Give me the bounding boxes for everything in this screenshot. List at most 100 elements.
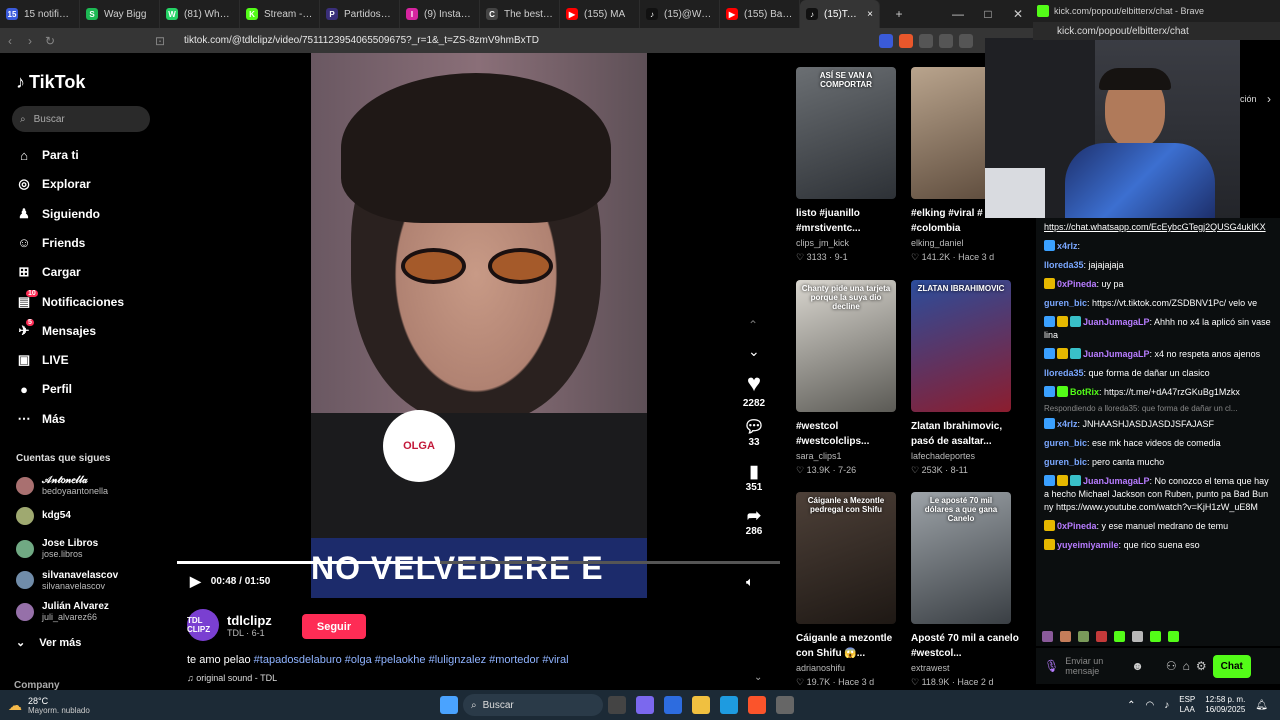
maximize-icon[interactable]: □ — [973, 7, 1003, 21]
clock[interactable]: 12:58 p. m. 16/09/2025 — [1205, 695, 1245, 715]
folder-icon[interactable] — [692, 696, 710, 714]
brave-shield-icon[interactable] — [899, 33, 913, 48]
sidebar-item-mensajes[interactable]: ✈ 5 Mensajes — [16, 318, 96, 339]
start-icon[interactable] — [440, 696, 458, 714]
rec-video-title[interactable]: Cáiganle a mezontle con Shifu 😱... — [796, 631, 904, 661]
chat-username[interactable]: x4rlz — [1057, 241, 1078, 251]
following-account[interactable]: Julián Alvarez juli_alvarez66 — [16, 601, 109, 622]
forward-icon[interactable]: › — [20, 34, 40, 48]
emote-icon[interactable] — [1132, 630, 1143, 642]
following-account[interactable]: Jose Libros jose.libros — [16, 538, 98, 559]
comment-button[interactable]: 💬︎ 33 — [738, 417, 770, 448]
browser-tab[interactable]: ♪ (15)@WestC — [640, 0, 720, 28]
browser-tab[interactable]: ♪ (15)Te A × — [800, 0, 880, 28]
emote-icon[interactable] — [1168, 630, 1179, 642]
chat-username[interactable]: guren_bic — [1044, 457, 1087, 467]
following-account[interactable]: silvanavelascov silvanavelascov — [16, 570, 118, 591]
rec-video-thumbnail[interactable]: Le aposté 70 mil dólares a que gana Cane… — [911, 492, 1011, 624]
store-icon[interactable] — [664, 696, 682, 714]
chat-username[interactable]: lloreda35 — [1044, 368, 1084, 378]
chat-username[interactable]: guren_bic — [1044, 438, 1087, 448]
sidebar-item-friends[interactable]: ☺ Friends — [16, 235, 85, 251]
following-account[interactable]: kdg54 — [16, 506, 71, 525]
taskbar-search[interactable]: ⌕ Buscar — [463, 694, 603, 716]
gear-icon[interactable]: ⚙ — [1196, 659, 1207, 673]
rec-video-thumbnail[interactable]: Chanty pide una tarjeta porque la suya d… — [796, 280, 896, 412]
chat-username[interactable]: lloreda35 — [1044, 260, 1084, 270]
chat-send-button[interactable]: Chat — [1212, 654, 1251, 678]
chevron-right-icon[interactable]: › — [1267, 92, 1271, 106]
tiktok-logo[interactable]: ♪ TikTok — [16, 72, 85, 93]
follow-button[interactable]: Seguir — [302, 614, 366, 639]
task-view-icon[interactable] — [608, 696, 626, 714]
bookmark-icon[interactable]: ⊡ — [150, 34, 170, 48]
microphone-icon[interactable]: 🎙︎ — [1044, 659, 1059, 673]
emote-icon[interactable] — [1150, 630, 1161, 642]
extension-icon[interactable] — [919, 33, 933, 48]
sidebar-item-siguiendo[interactable]: ♟ Siguiendo — [16, 206, 100, 222]
video-progress-bar[interactable] — [177, 561, 780, 564]
sidebar-item-live[interactable]: ▣ LIVE — [16, 352, 69, 368]
chat-username[interactable]: yuyeimiyamile — [1057, 540, 1119, 550]
rec-video-user[interactable]: sara_clips1 — [796, 451, 842, 461]
sidebar-item-cargar[interactable]: ⊞ Cargar — [16, 264, 81, 280]
video-player[interactable]: OLGA NO VELVEDERE E — [311, 53, 647, 598]
creator-name[interactable]: tdlclipz — [227, 613, 272, 628]
chat-username[interactable]: JuanJumagaLP — [1083, 317, 1150, 327]
back-icon[interactable]: ‹ — [0, 34, 20, 48]
chat-username[interactable]: x4rlz — [1057, 419, 1078, 429]
browser-tab[interactable]: ▶ (155) Bad Bu — [720, 0, 800, 28]
app-icon[interactable] — [776, 696, 794, 714]
save-button[interactable]: ▮ 351 — [738, 462, 770, 493]
chat-username[interactable]: JuanJumagaLP — [1083, 476, 1150, 486]
chevron-down-icon[interactable]: ⌄ — [748, 343, 760, 360]
search-input[interactable]: ⌕ Buscar — [12, 106, 150, 132]
emote-icon[interactable] — [1096, 630, 1107, 642]
rec-video-title[interactable]: Zlatan Ibrahimovic, pasó de asaltar... — [911, 419, 1019, 449]
minimize-icon[interactable]: — — [943, 7, 973, 21]
browser-tab[interactable]: K Stream - Kick — [240, 0, 320, 28]
rec-video-title[interactable]: Aposté 70 mil a canelo #westcol... — [911, 631, 1019, 661]
browser-tab[interactable]: C The best Chat — [480, 0, 560, 28]
browser-tab[interactable]: 15 15 notificatio — [0, 0, 80, 28]
pinned-link[interactable]: https://chat.whatsapp.com/EcEybcGTegj2QU… — [1036, 218, 1280, 237]
close-tab-icon[interactable]: × — [867, 9, 873, 20]
rec-video-title[interactable]: listo #juanillo #mrstiventc... — [796, 206, 904, 236]
url-field[interactable]: tiktok.com/@tdlclipz/video/7511123954065… — [184, 35, 876, 46]
chat-username[interactable]: BotRix — [1070, 387, 1099, 397]
sidebar-item-más[interactable]: ⋯ Más — [16, 411, 66, 427]
rec-video-thumbnail[interactable]: ZLATAN IBRAHIMOVIC — [911, 280, 1011, 412]
extension-icon[interactable] — [939, 33, 953, 48]
close-icon[interactable]: ✕ — [1003, 7, 1033, 21]
notification-bell-icon[interactable]: 🔔︎ — [1255, 700, 1268, 711]
rec-video-user[interactable]: lafechadeportes — [911, 451, 975, 461]
new-tab-icon[interactable]: + — [884, 7, 914, 21]
rec-video-thumbnail[interactable]: ASÍ SE VAN A COMPORTAR — [796, 67, 896, 199]
browser-tab[interactable]: W (81) WhatsAp — [160, 0, 240, 28]
weather-widget[interactable]: ☁ 28°C Mayorm. nublado — [0, 696, 120, 715]
sidebar-item-notificaciones[interactable]: ▤ 10 Notificaciones — [16, 289, 124, 310]
browser-tab[interactable]: I (9) Instagram — [400, 0, 480, 28]
rec-video-user[interactable]: extrawest — [911, 663, 950, 673]
gift-icon[interactable]: ⌂ — [1183, 659, 1190, 673]
chat-username[interactable]: 0xPineda — [1057, 279, 1097, 289]
emote-icon[interactable] — [1078, 630, 1089, 642]
rec-video-user[interactable]: adrianoshifu — [796, 663, 845, 673]
caption-hashtags[interactable]: #tapadosdelaburo #olga #pelaokhe #lulign… — [254, 654, 569, 666]
see-more-button[interactable]: ⌄ Ver más — [16, 636, 81, 650]
extension-icon[interactable] — [879, 33, 893, 48]
rec-video-title[interactable]: #westcol #westcolclips... — [796, 419, 904, 449]
volume-icon[interactable]: 🔈︎ — [746, 574, 754, 590]
browser-tab[interactable]: S Way Bigg — [80, 0, 160, 28]
wifi-icon[interactable]: ◠ — [1146, 700, 1155, 711]
like-button[interactable]: ♥ 2282 — [738, 370, 770, 409]
emote-icon[interactable] — [1042, 630, 1053, 642]
chevron-up-icon[interactable]: ⌃ — [748, 318, 758, 332]
copilot-icon[interactable] — [636, 696, 654, 714]
emoji-icon[interactable]: ☻ — [1131, 659, 1144, 673]
emote-icon[interactable] — [1114, 630, 1125, 642]
chat-username[interactable]: 0xPineda — [1057, 521, 1097, 531]
chat-input[interactable]: Enviar un mensaje — [1065, 656, 1125, 676]
sidebar-item-perfil[interactable]: ● Perfil — [16, 381, 72, 397]
rec-video-user[interactable]: clips_jm_kick — [796, 238, 849, 248]
